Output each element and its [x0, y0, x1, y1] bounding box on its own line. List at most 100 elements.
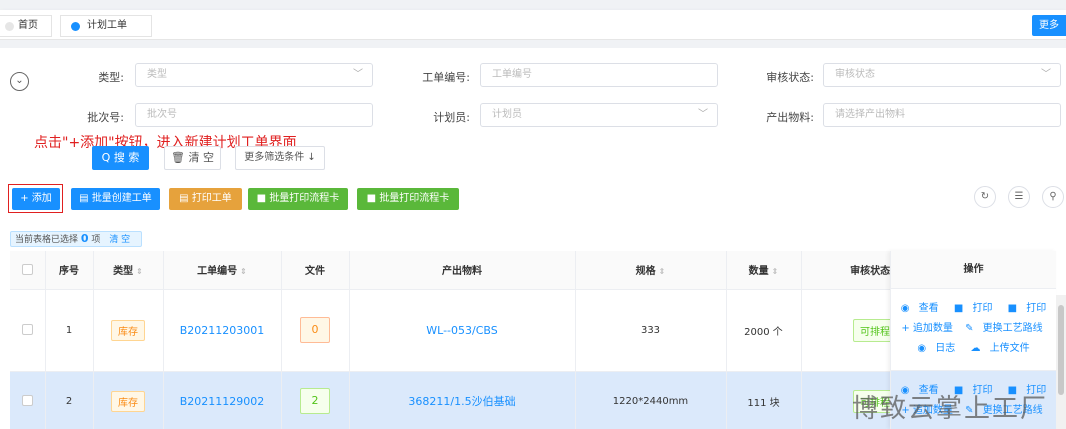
- clear-selection-link[interactable]: 清 空: [109, 235, 130, 245]
- row-order-no-cell[interactable]: B20211203001: [163, 289, 282, 372]
- row-file-cell[interactable]: 0: [281, 289, 350, 372]
- edit-icon: ✎: [965, 323, 974, 334]
- planner-placeholder: 计划员: [492, 109, 522, 120]
- tab-home-label: 首页: [18, 20, 38, 31]
- batch-print-card-button-1[interactable]: ■ 批量打印流程卡: [248, 188, 348, 210]
- upload-action[interactable]: ☁ 上传文件: [967, 343, 1032, 354]
- more-filters-button[interactable]: 更多筛选条件 ↓: [235, 146, 325, 170]
- printer-icon: ■: [953, 303, 964, 314]
- order-no-label: 工单编号:: [422, 71, 470, 84]
- eye-icon: ◉: [900, 303, 910, 314]
- batch-print-card-button-2[interactable]: ■ 批量打印流程卡: [357, 188, 459, 210]
- row-checkbox-cell[interactable]: [10, 289, 46, 372]
- type-select[interactable]: 类型 ﹀: [135, 63, 373, 87]
- tab-active-dot: [71, 22, 80, 31]
- row-file-cell[interactable]: 2: [281, 371, 350, 429]
- batch-create-label: 批量创建工单: [91, 193, 152, 204]
- row-ops-1: ◉ 查看 ■ 打印 ■ 打印 + 追加数量 ✎ 更换工艺路线 ◉ 日志 ☁ 上传…: [891, 289, 1056, 371]
- header-file: 文件: [281, 251, 350, 290]
- upload-label: 上传文件: [989, 343, 1030, 354]
- tab-plan-order[interactable]: 计划工单 ×: [60, 15, 152, 51]
- header-type[interactable]: 类型 ⇕: [93, 251, 164, 290]
- header-ops: 操作: [891, 251, 1056, 289]
- row-checkbox[interactable]: [21, 395, 33, 407]
- printer-icon: ■: [366, 193, 380, 204]
- column-settings-icon[interactable]: ☰: [1008, 186, 1030, 208]
- more-tabs-button[interactable]: 更多: [1032, 15, 1066, 36]
- chevron-down-icon: ﹀: [698, 109, 708, 120]
- trash-icon: 🗑: [171, 151, 185, 164]
- print-action-1[interactable]: ■ 打印: [951, 303, 996, 314]
- row-qty: 111 块: [726, 371, 802, 429]
- scrollbar-thumb[interactable]: [1058, 305, 1064, 395]
- planner-label: 计划员:: [433, 111, 470, 124]
- sort-icon[interactable]: ⇕: [136, 267, 143, 276]
- header-spec[interactable]: 规格 ⇕: [575, 251, 727, 290]
- search-button[interactable]: Q 搜 索: [92, 146, 149, 170]
- planner-select[interactable]: 计划员 ﹀: [480, 103, 718, 127]
- header-qty[interactable]: 数量 ⇕: [726, 251, 802, 290]
- print-order-button[interactable]: ▤ 打印工单: [169, 188, 242, 210]
- batch-input[interactable]: 批次号: [135, 103, 373, 127]
- header-order-no[interactable]: 工单编号 ⇕: [163, 251, 282, 290]
- change-route-action[interactable]: ✎ 更换工艺路线: [962, 323, 1046, 334]
- log-label: 日志: [935, 343, 956, 354]
- log-action[interactable]: ◉ 日志: [914, 343, 958, 354]
- batch-create-button[interactable]: ▤ 批量创建工单: [71, 188, 160, 210]
- chevron-down-icon: ﹀: [353, 69, 363, 80]
- batch-icon: ▤: [79, 193, 92, 204]
- print-action-2[interactable]: ■ 打印: [1005, 303, 1050, 314]
- sort-icon[interactable]: ⇕: [659, 267, 666, 276]
- row-checkbox-cell[interactable]: [10, 371, 46, 429]
- add-button[interactable]: + 添加: [12, 188, 60, 210]
- sort-icon[interactable]: ⇕: [772, 267, 779, 276]
- audit-placeholder: 审核状态: [835, 69, 875, 80]
- file-count-badge[interactable]: 2: [300, 388, 330, 414]
- tab-plan-order-label: 计划工单: [87, 20, 127, 31]
- header-material: 产出物料: [349, 251, 576, 290]
- select-all-checkbox[interactable]: [21, 264, 33, 275]
- add-qty-action[interactable]: + 追加数量: [901, 323, 953, 334]
- row-material-cell[interactable]: 368211/1.5沙伯基础: [349, 371, 576, 429]
- row-seq: 1: [45, 289, 94, 372]
- batch-print-card-label-2: 批量打印流程卡: [379, 193, 450, 204]
- material-link[interactable]: 368211/1.5沙伯基础: [408, 395, 515, 408]
- row-checkbox[interactable]: [21, 324, 33, 336]
- file-count-badge[interactable]: 0: [300, 317, 330, 343]
- selection-count: 0: [80, 232, 89, 245]
- sort-icon[interactable]: ⇕: [240, 267, 247, 276]
- eye-icon: ◉: [917, 343, 927, 354]
- header-qty-label: 数量: [748, 266, 769, 278]
- order-no-link[interactable]: B20211203001: [180, 324, 265, 337]
- header-spec-label: 规格: [635, 266, 656, 278]
- row-order-no-cell[interactable]: B20211129002: [163, 371, 282, 429]
- view-action[interactable]: ◉ 查看: [898, 303, 942, 314]
- collapse-filter-icon[interactable]: ⌄: [10, 72, 29, 91]
- header-type-label: 类型: [113, 266, 134, 278]
- audit-label: 审核状态:: [766, 71, 814, 84]
- selection-prefix: 当前表格已选择: [15, 235, 79, 245]
- row-type-cell: 库存: [93, 371, 164, 429]
- audit-select[interactable]: 审核状态 ﹀: [823, 63, 1061, 87]
- print-label-1: 打印: [972, 303, 993, 314]
- batch-print-card-label-1: 批量打印流程卡: [269, 193, 340, 204]
- search-icon[interactable]: ⚲: [1042, 186, 1064, 208]
- material-link[interactable]: WL--053/CBS: [426, 324, 497, 337]
- select-all-cell[interactable]: [10, 251, 46, 290]
- order-no-input[interactable]: 工单编号: [480, 63, 718, 87]
- clear-button[interactable]: 🗑 清 空: [164, 146, 221, 170]
- row-qty: 2000 个: [726, 289, 802, 372]
- header-audit-label: 审核状态: [850, 266, 891, 278]
- batch-label: 批次号:: [87, 111, 124, 124]
- material-select[interactable]: 请选择产出物料: [823, 103, 1061, 127]
- refresh-icon[interactable]: ↻: [974, 186, 996, 208]
- row-material-cell[interactable]: WL--053/CBS: [349, 289, 576, 372]
- order-no-link[interactable]: B20211129002: [180, 395, 265, 408]
- type-tag: 库存: [111, 390, 145, 412]
- tab-home[interactable]: 首页: [0, 15, 52, 37]
- print-label-2: 打印: [1026, 303, 1047, 314]
- tab-bar: 首页 计划工单 × 更多: [0, 10, 1066, 51]
- change-route-label: 更换工艺路线: [982, 323, 1043, 334]
- tab-home-dot: [5, 22, 14, 31]
- chevron-down-icon: ﹀: [1041, 69, 1051, 80]
